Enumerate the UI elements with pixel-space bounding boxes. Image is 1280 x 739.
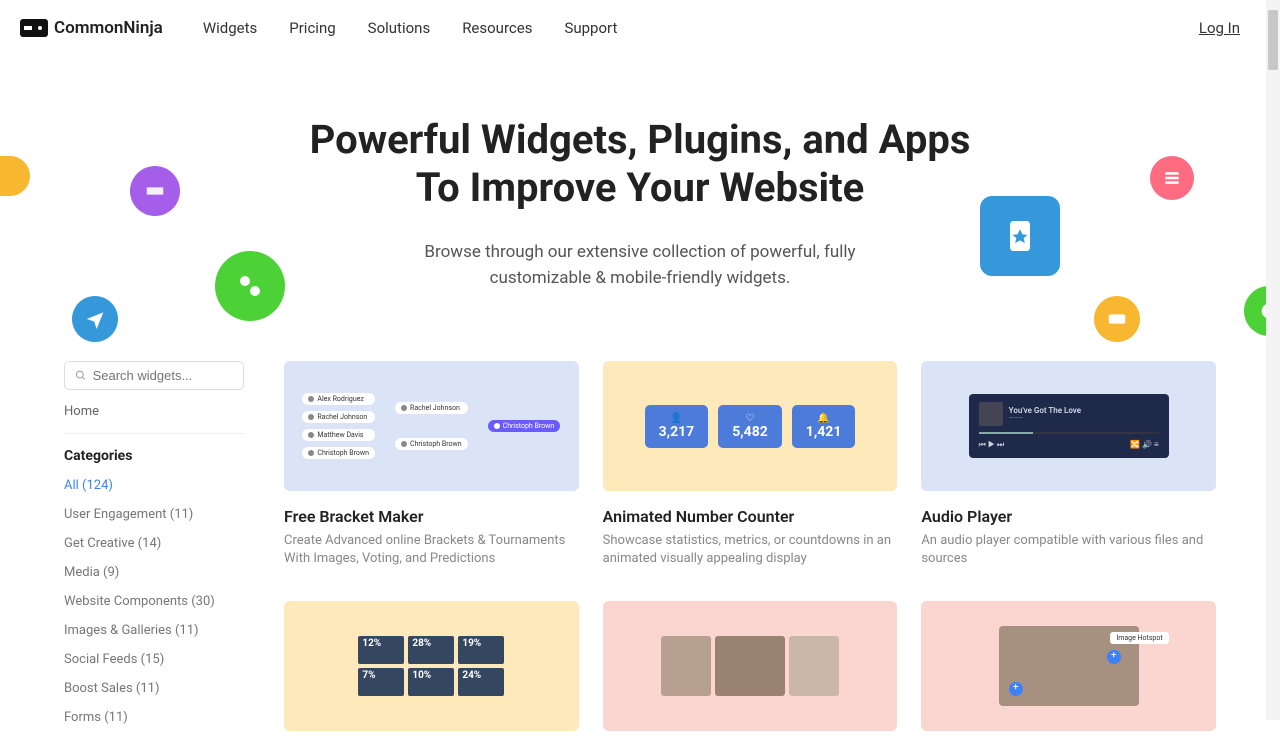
card-preview: 👤3,217 ♡5,482 🔔1,421: [603, 361, 898, 491]
hero-title: Powerful Widgets, Plugins, and Apps To I…: [0, 116, 1280, 212]
cat-boost-sales[interactable]: Boost Sales (11): [64, 681, 244, 696]
cat-images-galleries[interactable]: Images & Galleries (11): [64, 623, 244, 638]
divider: [64, 433, 244, 434]
nav-support[interactable]: Support: [564, 19, 617, 37]
nav-pricing[interactable]: Pricing: [289, 19, 335, 37]
cat-forms[interactable]: Forms (11): [64, 710, 244, 725]
sidebar-home[interactable]: Home: [64, 404, 244, 419]
send-icon: [72, 296, 118, 342]
search-input[interactable]: [93, 368, 233, 383]
bell-icon: 🔔: [806, 413, 842, 424]
hero-section: Powerful Widgets, Plugins, and Apps To I…: [0, 56, 1280, 341]
card-preview: 12% 28% 19% 7% 10% 24%: [284, 601, 579, 731]
logo-text: CommonNinja: [54, 18, 163, 38]
cat-website-components[interactable]: Website Components (30): [64, 594, 244, 609]
nav-widgets[interactable]: Widgets: [203, 19, 257, 37]
logo-mark-icon: [20, 19, 48, 37]
categories-heading: Categories: [64, 448, 244, 464]
nav-solutions[interactable]: Solutions: [368, 19, 431, 37]
widget-card-bars[interactable]: 12% 28% 19% 7% 10% 24%: [284, 601, 579, 739]
hero-subtitle: Browse through our extensive collection …: [0, 240, 1280, 291]
widget-card-audio[interactable]: You've Got The Love ——— ⏮ ▶ ⏭ 🔀 🔊 ≡ Audi…: [921, 361, 1216, 577]
widget-card-hotspot[interactable]: Image Hotspot + +: [921, 601, 1216, 739]
card-title: Free Bracket Maker: [284, 507, 579, 526]
widget-card-bracket[interactable]: Alex Rodriguez Rachel Johnson Matthew Da…: [284, 361, 579, 577]
play-controls-icon: ⏮ ▶ ⏭: [979, 440, 1005, 450]
sidebar: Home Categories All (124) User Engagemen…: [64, 361, 244, 739]
list-icon: [1150, 156, 1194, 200]
widget-card-counter[interactable]: 👤3,217 ♡5,482 🔔1,421 Animated Number Cou…: [603, 361, 898, 577]
search-box[interactable]: [64, 361, 244, 390]
card-title: Animated Number Counter: [603, 507, 898, 526]
widget-card-gallery[interactable]: [603, 601, 898, 739]
scrollbar[interactable]: [1266, 0, 1280, 720]
card-preview: Alex Rodriguez Rachel Johnson Matthew Da…: [284, 361, 579, 491]
cat-social-feeds[interactable]: Social Feeds (15): [64, 652, 244, 667]
card-preview: [603, 601, 898, 731]
cat-all[interactable]: All (124): [64, 478, 244, 493]
card-preview: Image Hotspot + +: [921, 601, 1216, 731]
volume-icon: 🔀 🔊 ≡: [1130, 440, 1159, 450]
cat-media[interactable]: Media (9): [64, 565, 244, 580]
category-list: All (124) User Engagement (11) Get Creat…: [64, 478, 244, 725]
login-link[interactable]: Log In: [1199, 19, 1240, 37]
cat-user-engagement[interactable]: User Engagement (11): [64, 507, 244, 522]
main-content: Home Categories All (124) User Engagemen…: [0, 361, 1280, 739]
thumbs-icon: [215, 251, 285, 321]
card-desc: An audio player compatible with various …: [921, 532, 1216, 568]
cat-get-creative[interactable]: Get Creative (14): [64, 536, 244, 551]
main-nav: Widgets Pricing Solutions Resources Supp…: [203, 19, 618, 37]
card-star-icon: [980, 196, 1060, 276]
badge-icon: [1094, 296, 1140, 342]
card-title: Audio Player: [921, 507, 1216, 526]
card-desc: Create Advanced online Brackets & Tourna…: [284, 532, 579, 568]
widget-grid: Alex Rodriguez Rachel Johnson Matthew Da…: [284, 361, 1216, 739]
ticket-icon: [130, 166, 180, 216]
card-desc: Showcase statistics, metrics, or countdo…: [603, 532, 898, 568]
nav-resources[interactable]: Resources: [462, 19, 532, 37]
search-icon: [75, 369, 87, 382]
heart-icon: ♡: [732, 413, 768, 424]
scrollbar-thumb[interactable]: [1268, 10, 1278, 70]
logo[interactable]: CommonNinja: [20, 18, 163, 38]
card-preview: You've Got The Love ——— ⏮ ▶ ⏭ 🔀 🔊 ≡: [921, 361, 1216, 491]
header: CommonNinja Widgets Pricing Solutions Re…: [0, 0, 1280, 56]
user-icon: 👤: [659, 413, 695, 424]
